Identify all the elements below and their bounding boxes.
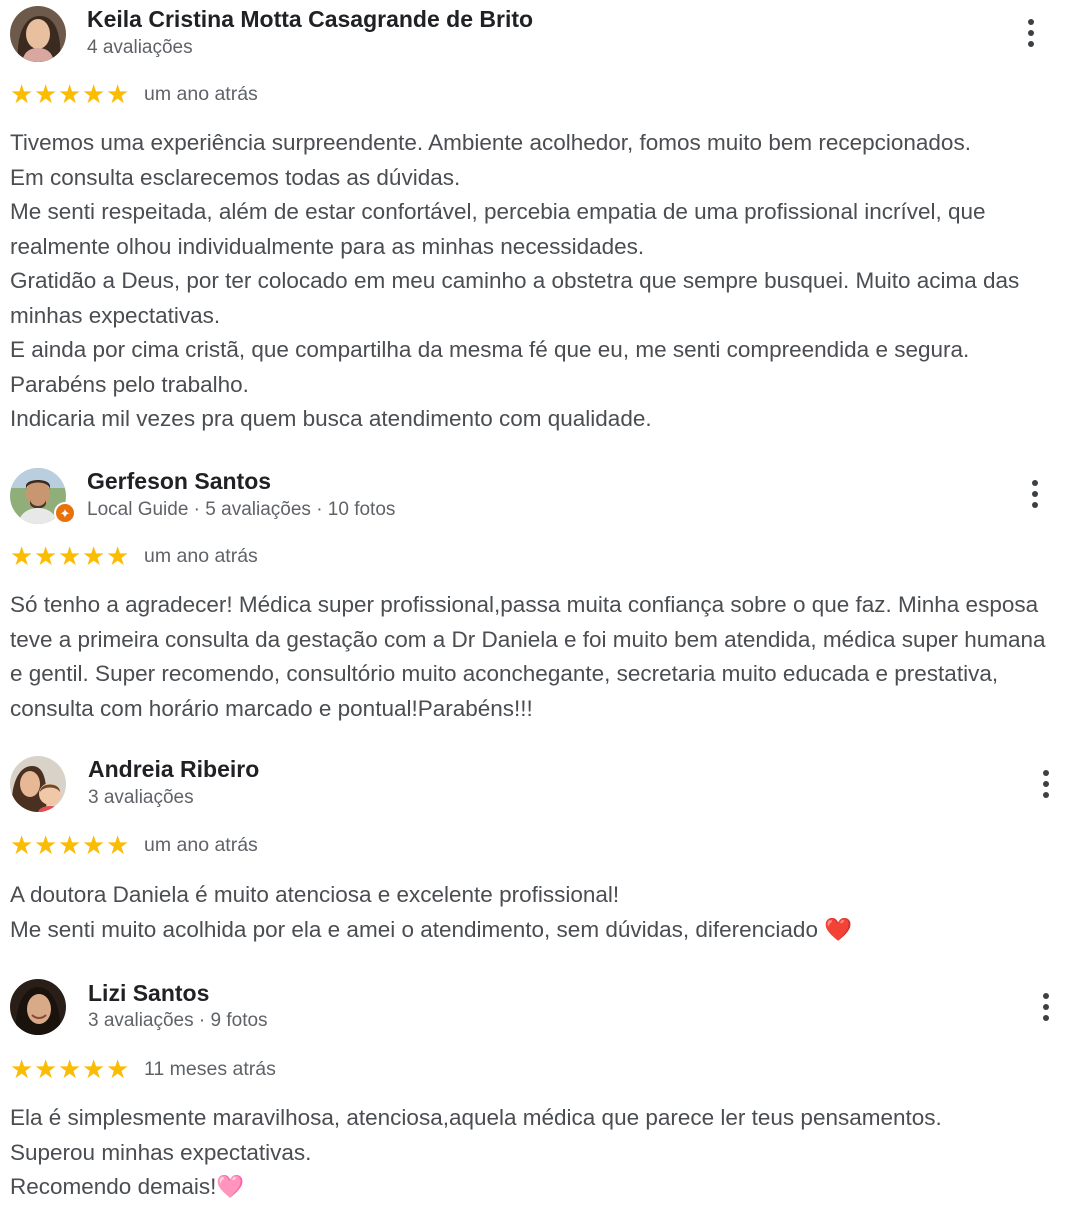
reviewer-meta: 3 avaliações · 9 fotos <box>88 1010 268 1031</box>
star-rating: ★ ★ ★ ★ ★ <box>10 543 129 569</box>
avatar[interactable]: ✦ <box>10 468 76 524</box>
reviewer-meta: 4 avaliações <box>87 37 193 58</box>
more-vert-icon[interactable] <box>1023 474 1047 514</box>
rating-row: ★ ★ ★ ★ ★ 11 meses atrás <box>10 1056 276 1082</box>
star-icon: ★ <box>106 1054 130 1084</box>
review-date: um ano atrás <box>144 833 258 856</box>
star-icon: ★ <box>10 541 34 571</box>
avatar[interactable] <box>10 979 66 1035</box>
review-text: A doutora Daniela é muito atenciosa e ex… <box>10 882 853 942</box>
more-vert-icon[interactable] <box>1019 13 1043 53</box>
review-text: Ela é simplesmente maravilhosa, atencios… <box>10 1105 942 1199</box>
rating-row: ★ ★ ★ ★ ★ um ano atrás <box>10 81 258 107</box>
more-vert-icon[interactable] <box>1034 987 1058 1027</box>
star-icon: ★ <box>58 1054 82 1084</box>
star-icon: ★ <box>82 1054 106 1084</box>
star-icon: ★ <box>58 830 82 860</box>
star-icon: ★ <box>10 830 34 860</box>
reviewer-name[interactable]: Keila Cristina Motta Casagrande de Brito <box>87 6 533 33</box>
star-icon: ★ <box>106 79 130 109</box>
star-icon: ★ <box>82 541 106 571</box>
star-icon: ★ <box>106 830 130 860</box>
rating-row: ★ ★ ★ ★ ★ um ano atrás <box>10 832 258 858</box>
star-icon: ★ <box>34 1054 58 1084</box>
star-icon: ★ <box>58 79 82 109</box>
more-vert-icon[interactable] <box>1034 764 1058 804</box>
star-icon: ★ <box>34 830 58 860</box>
star-rating: ★ ★ ★ ★ ★ <box>10 1056 129 1082</box>
review-text: Só tenho a agradecer! Médica super profi… <box>10 592 1046 721</box>
reviewer-name[interactable]: Andreia Ribeiro <box>88 756 259 783</box>
review-text: Tivemos uma experiência surpreendente. A… <box>10 130 1020 431</box>
star-icon: ★ <box>82 79 106 109</box>
avatar[interactable] <box>10 756 66 812</box>
star-icon: ★ <box>106 541 130 571</box>
rating-row: ★ ★ ★ ★ ★ um ano atrás <box>10 543 258 569</box>
star-rating: ★ ★ ★ ★ ★ <box>10 81 129 107</box>
star-icon: ★ <box>10 1054 34 1084</box>
star-icon: ★ <box>82 830 106 860</box>
reviewer-name[interactable]: Lizi Santos <box>88 980 209 1007</box>
reviewer-meta: Local Guide · 5 avaliações · 10 fotos <box>87 499 396 520</box>
reviewer-name[interactable]: Gerfeson Santos <box>87 468 271 495</box>
avatar[interactable] <box>10 6 66 62</box>
review-date: um ano atrás <box>144 82 258 105</box>
star-icon: ★ <box>34 79 58 109</box>
star-icon: ★ <box>10 79 34 109</box>
reviewer-meta: 3 avaliações <box>88 787 194 808</box>
star-icon: ★ <box>58 541 82 571</box>
review-date: um ano atrás <box>144 544 258 567</box>
star-icon: ★ <box>34 541 58 571</box>
local-guide-star-icon: ✦ <box>54 502 76 524</box>
review-date: 11 meses atrás <box>144 1057 276 1080</box>
star-rating: ★ ★ ★ ★ ★ <box>10 832 129 858</box>
